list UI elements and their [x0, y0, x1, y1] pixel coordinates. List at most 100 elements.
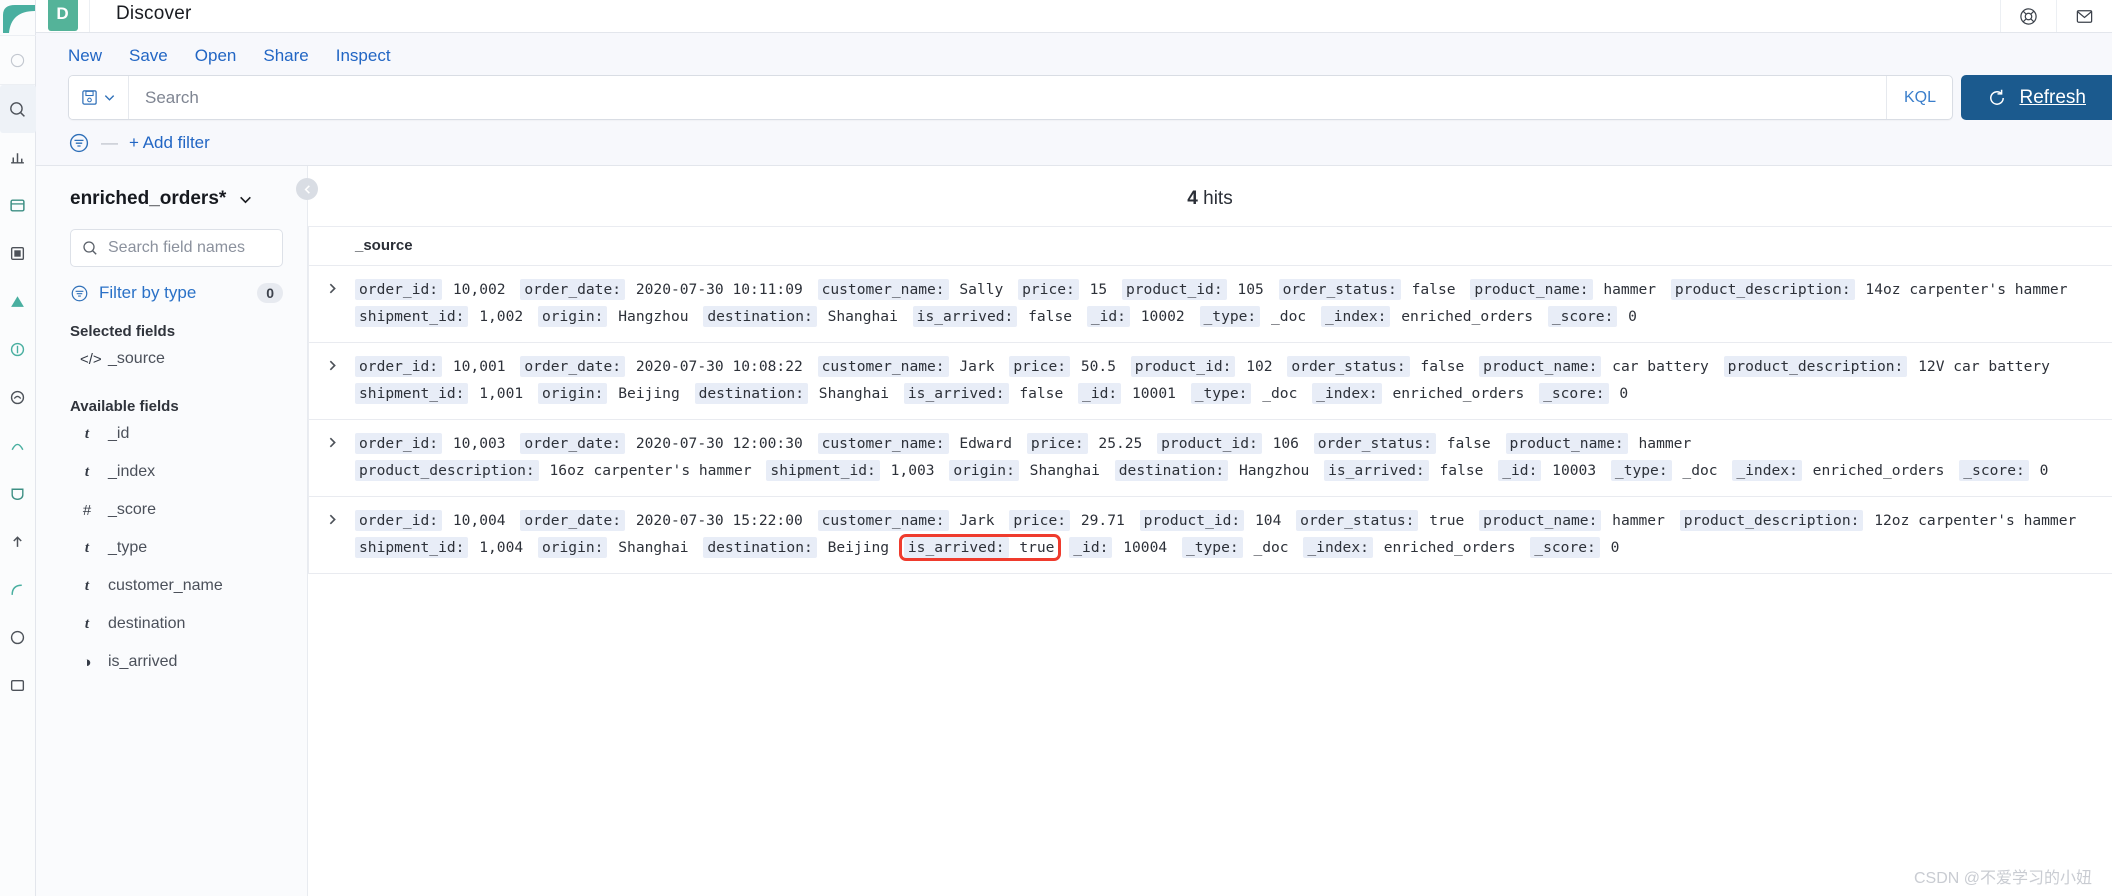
save-button[interactable]: Save	[129, 46, 168, 66]
new-button[interactable]: New	[68, 46, 102, 66]
field-value: Hangzhou	[1230, 462, 1310, 479]
string-type-icon: t	[84, 539, 90, 556]
field-pair: price: 25.25	[1026, 433, 1144, 454]
rail-item-management[interactable]	[0, 613, 36, 661]
field-value: 2020-07-30 12:00:30	[627, 435, 803, 452]
expand-row-button[interactable]	[309, 353, 355, 372]
field-value: 10,003	[444, 435, 506, 452]
field-value: Jark	[950, 512, 995, 529]
field-value: _doc	[1262, 308, 1307, 325]
field-key: product_id:	[1139, 510, 1245, 531]
share-button[interactable]: Share	[263, 46, 308, 66]
field-value: 29.71	[1072, 512, 1125, 529]
refresh-icon	[1990, 89, 2005, 105]
table-row: order_id: 10,002 order_date: 2020-07-30 …	[309, 266, 2112, 343]
nav-toggle-button[interactable]	[0, 36, 36, 84]
expand-row-button[interactable]	[309, 276, 355, 295]
field-key: _index:	[1303, 537, 1373, 558]
filter-icon[interactable]	[68, 132, 90, 154]
saved-query-button[interactable]	[69, 76, 129, 119]
string-type-icon: t	[84, 615, 90, 632]
chevron-right-icon	[329, 437, 336, 448]
rail-item-apm[interactable]	[0, 373, 36, 421]
search-input[interactable]: Search	[129, 76, 1886, 119]
field-search-input[interactable]: Search field names	[70, 229, 283, 267]
field-item-_type[interactable]: t _type	[36, 529, 307, 567]
field-key: order_status:	[1287, 356, 1410, 377]
hits-counter: 4 hits	[308, 166, 2112, 226]
field-key: order_id:	[355, 356, 443, 377]
field-pair: origin: Shanghai	[537, 537, 691, 558]
field-value: _doc	[1673, 462, 1718, 479]
field-item-_id[interactable]: t _id	[36, 415, 307, 453]
field-item-is_arrived[interactable]: ◑ is_arrived	[36, 643, 307, 681]
field-pair: price: 15	[1018, 279, 1109, 300]
collapse-sidebar-button[interactable]	[296, 178, 318, 200]
app-badge: D	[47, 0, 78, 31]
rail-item-monitoring[interactable]	[0, 565, 36, 613]
rail-item-dev-tools[interactable]	[0, 661, 36, 709]
expand-row-button[interactable]	[309, 430, 355, 449]
field-key: _score:	[1959, 460, 2029, 481]
field-key: destination:	[1114, 460, 1229, 481]
kibana-discover-app: D Discover New Save Open Share Inspect S…	[0, 0, 2112, 896]
index-pattern-selector[interactable]: enriched_orders*	[36, 188, 307, 210]
field-item-customer_name[interactable]: t customer_name	[36, 567, 307, 605]
field-key: order_date:	[520, 279, 626, 300]
field-value: hammer	[1603, 512, 1665, 529]
field-pair: shipment_id: 1,004	[355, 537, 525, 558]
query-bar: Search KQL	[68, 75, 1954, 120]
field-pair: _index: enriched_orders	[1732, 460, 1946, 481]
field-pair: order_date: 2020-07-30 12:00:30	[520, 433, 804, 454]
chevron-down-icon	[104, 95, 115, 101]
field-value: 14oz carpenter's hammer	[1856, 281, 2068, 298]
field-pair: product_name: hammer	[1470, 279, 1658, 300]
field-value: false	[1411, 358, 1465, 375]
field-item-_index[interactable]: t _index	[36, 453, 307, 491]
field-pair: shipment_id: 1,001	[355, 383, 525, 404]
field-pair: _id: 10004	[1069, 537, 1169, 558]
field-key: customer_name:	[817, 279, 949, 300]
refresh-button[interactable]: Refresh	[1961, 75, 2112, 120]
field-search-placeholder: Search field names	[108, 239, 245, 256]
field-value: 104	[1246, 512, 1282, 529]
field-value: 10001	[1123, 385, 1176, 402]
field-pair: destination: Shanghai	[703, 306, 900, 327]
query-language-button[interactable]: KQL	[1886, 76, 1952, 119]
field-pair: product_id: 102	[1130, 356, 1275, 377]
field-key: product_description:	[355, 460, 539, 481]
field-value: 1,002	[470, 308, 524, 325]
rail-item-upgrade[interactable]	[0, 517, 36, 565]
field-key: _id:	[1086, 306, 1130, 327]
rail-item-discover[interactable]	[0, 85, 36, 133]
field-value: 25.25	[1089, 435, 1143, 452]
filter-by-type-button[interactable]: Filter by type 0	[70, 283, 283, 303]
rail-item-siem[interactable]	[0, 469, 36, 517]
notifications-button[interactable]	[2056, 0, 2112, 32]
help-button[interactable]	[2000, 0, 2056, 32]
rail-item-canvas[interactable]	[0, 229, 36, 277]
rail-item-ml[interactable]	[0, 325, 36, 373]
rail-item-dashboard[interactable]	[0, 181, 36, 229]
field-item-_source[interactable]: </> _source	[36, 340, 307, 378]
field-key: price:	[1009, 510, 1071, 531]
rail-item-uptime[interactable]	[0, 421, 36, 469]
field-pair: order_id: 10,003	[355, 433, 508, 454]
add-filter-button[interactable]: + Add filter	[129, 133, 210, 153]
field-item-_score[interactable]: # _score	[36, 491, 307, 529]
field-value: Beijing	[609, 385, 680, 402]
documents-table: _source order_id: 10,002 order_date: 202…	[308, 226, 2112, 574]
field-pair: customer_name: Edward	[817, 433, 1015, 454]
open-button[interactable]: Open	[195, 46, 237, 66]
rail-item-visualize[interactable]	[0, 133, 36, 181]
field-pair: _score: 0	[1530, 537, 1621, 558]
rail-item-maps[interactable]	[0, 277, 36, 325]
lifebuoy-icon	[2020, 7, 2037, 25]
inspect-button[interactable]: Inspect	[336, 46, 391, 66]
field-key: _id:	[1498, 460, 1542, 481]
field-value: 106	[1263, 435, 1299, 452]
expand-row-button[interactable]	[309, 507, 355, 526]
field-key: shipment_id:	[766, 460, 880, 481]
field-item-destination[interactable]: t destination	[36, 605, 307, 643]
field-pair: _type: _doc	[1199, 306, 1309, 327]
